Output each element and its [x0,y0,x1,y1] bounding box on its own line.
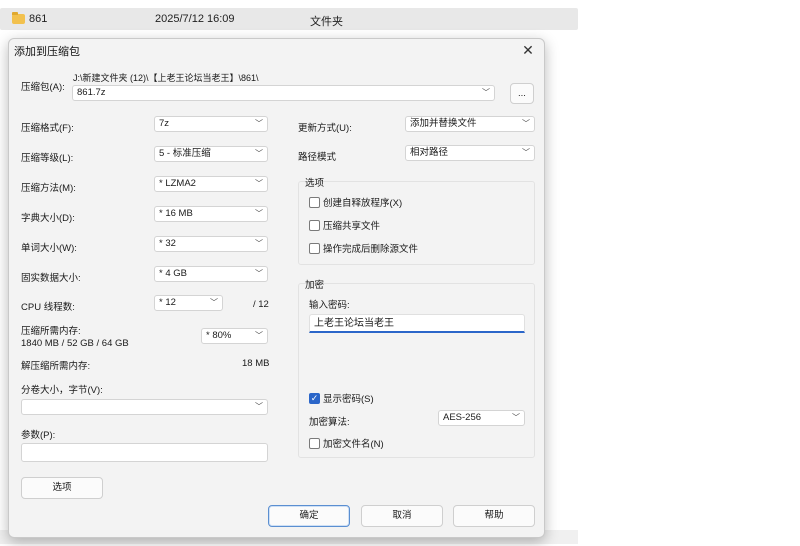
pathmode-select[interactable]: 相对路径 ﹀ [405,145,535,161]
ok-button[interactable]: 确定 [268,505,350,527]
chevron-down-icon: ﹀ [255,209,263,218]
solid-label: 固实数据大小: [21,273,81,284]
cpu-value: * 12 [159,297,176,308]
password-label: 输入密码: [309,300,350,311]
solid-select[interactable]: * 4 GB ﹀ [154,266,268,282]
format-value: 7z [159,118,170,129]
chevron-down-icon: ﹀ [255,239,263,248]
file-list-row[interactable]: 861 2025/7/12 16:09 文件夹 [0,8,578,30]
folder-icon [12,12,25,24]
mem-decompress-value: 18 MB [242,358,270,369]
options-button-label: 选项 [52,482,72,493]
sfx-checkbox[interactable]: 创建自释放程序(X) [309,195,402,209]
sfx-label: 创建自释放程序(X) [323,198,403,209]
show-password-checkbox[interactable]: ✓ 显示密码(S) [309,391,374,405]
mem-compress-select[interactable]: * 80% ﹀ [201,328,268,344]
format-select[interactable]: 7z ﹀ [154,116,268,132]
pathmode-label: 路径模式 [298,152,337,163]
help-button[interactable]: 帮助 [453,505,535,527]
encryption-method-label: 加密算法: [309,417,350,428]
add-to-archive-dialog: 添加到压缩包 ✕ 压缩包(A): J:\新建文件夹 (12)\【上老王论坛当老王… [8,38,545,538]
chevron-down-icon: ﹀ [210,298,218,307]
cpu-select[interactable]: * 12 ﹀ [154,295,223,311]
update-value: 添加并替换文件 [410,118,477,129]
chevron-down-icon: ﹀ [255,269,263,278]
params-label: 参数(P): [21,430,56,441]
encryption-method-select[interactable]: AES-256 ﹀ [438,410,525,426]
encrypt-names-checkbox[interactable]: 加密文件名(N) [309,436,384,450]
archive-path: J:\新建文件夹 (12)\【上老王论坛当老王】\861\ [73,73,259,83]
word-select[interactable]: * 32 ﹀ [154,236,268,252]
file-type: 文件夹 [310,16,343,28]
word-value: * 32 [159,238,176,249]
checkbox-box [309,242,320,254]
pathmode-value: 相对路径 [410,147,449,158]
chevron-down-icon: ﹀ [522,148,530,157]
chevron-down-icon: ﹀ [255,179,263,188]
level-label: 压缩等级(L): [21,153,74,164]
show-password-label: 显示密码(S) [323,394,374,405]
chevron-down-icon: ﹀ [255,331,263,340]
browse-button[interactable]: ... [510,83,534,104]
params-input[interactable] [21,443,268,462]
checkbox-box [309,196,320,208]
chevron-down-icon: ﹀ [522,119,530,128]
update-select[interactable]: 添加并替换文件 ﹀ [405,116,535,132]
encryption-group-title: 加密 [305,280,325,291]
archive-name-value: 861.7z [77,87,106,98]
word-label: 单词大小(W): [21,243,77,254]
dict-value: * 16 MB [159,208,193,219]
split-combo[interactable]: ﹀ [21,399,268,415]
format-label: 压缩格式(F): [21,123,74,134]
password-value: 上老王论坛当老王 [314,318,394,329]
browse-label: ... [518,88,526,99]
mem-decompress-label: 解压缩所需内存: [21,361,91,372]
solid-value: * 4 GB [159,268,187,279]
chevron-down-icon: ﹀ [255,149,263,158]
chevron-down-icon: ﹀ [255,402,263,411]
chevron-down-icon: ﹀ [482,88,490,97]
options-button[interactable]: 选项 [21,477,103,499]
mem-compress-label: 压缩所需内存: [21,326,81,337]
delete-after-checkbox[interactable]: 操作完成后删除源文件 [309,241,418,255]
method-select[interactable]: * LZMA2 ﹀ [154,176,268,192]
encryption-method-value: AES-256 [443,412,482,423]
archive-label: 压缩包(A): [21,82,65,93]
cpu-max: / 12 [253,299,269,310]
mem-compress-value: * 80% [206,330,232,341]
chevron-down-icon: ﹀ [512,413,520,422]
mem-compress-detail: 1840 MB / 52 GB / 64 GB [21,338,129,349]
archive-name-combo[interactable]: 861.7z ﹀ [72,85,495,101]
level-select[interactable]: 5 - 标准压缩 ﹀ [154,146,268,162]
dict-select[interactable]: * 16 MB ﹀ [154,206,268,222]
level-value: 5 - 标准压缩 [159,148,211,159]
close-button[interactable]: ✕ [518,41,538,59]
dict-label: 字典大小(D): [21,213,75,224]
checkbox-box [309,219,320,231]
method-value: * LZMA2 [159,178,196,189]
checkmark-icon: ✓ [309,392,320,404]
file-date: 2025/7/12 16:09 [155,13,235,25]
chevron-down-icon: ﹀ [255,119,263,128]
ok-label: 确定 [299,510,319,521]
password-input[interactable]: 上老王论坛当老王 [309,314,525,333]
dialog-title: 添加到压缩包 [14,46,80,58]
encrypt-names-label: 加密文件名(N) [323,439,384,450]
shared-files-checkbox[interactable]: 压缩共享文件 [309,218,380,232]
cpu-label: CPU 线程数: [21,302,75,313]
options-group-title: 选项 [305,178,325,189]
update-label: 更新方式(U): [298,123,352,134]
split-label: 分卷大小，字节(V): [21,385,103,396]
delete-label: 操作完成后删除源文件 [323,244,419,255]
method-label: 压缩方法(M): [21,183,76,194]
shared-label: 压缩共享文件 [323,221,381,232]
checkbox-box [309,437,320,449]
close-icon: ✕ [522,42,534,58]
file-name: 861 [29,13,48,25]
help-label: 帮助 [484,510,504,521]
cancel-button[interactable]: 取消 [361,505,443,527]
cancel-label: 取消 [392,510,412,521]
